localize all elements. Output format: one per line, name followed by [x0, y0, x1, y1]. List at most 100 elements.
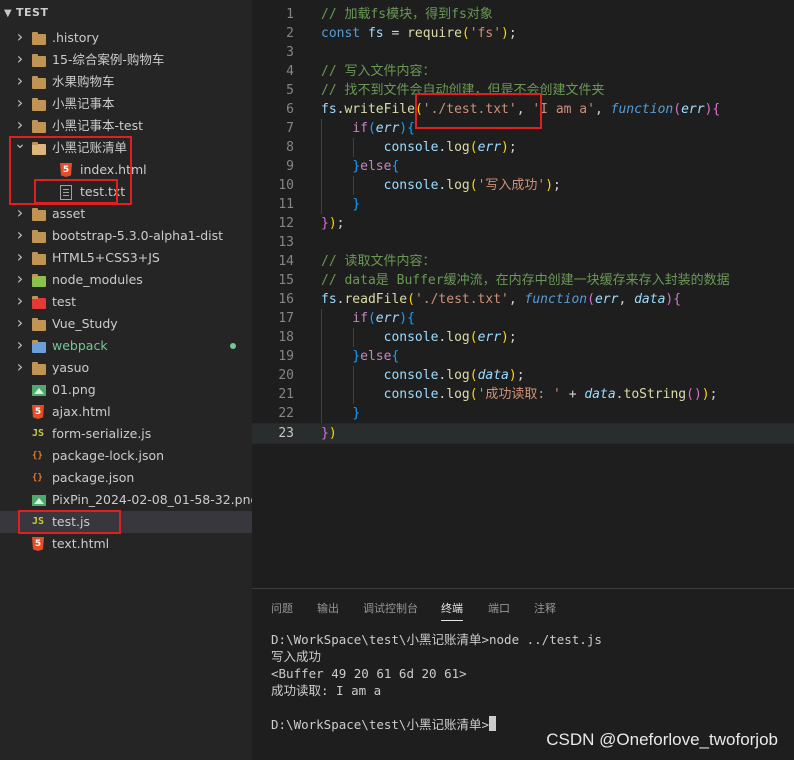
code-line[interactable]: 6 fs.writeFile('./test.txt', 'I am a', fu… [252, 100, 794, 119]
code-line[interactable]: 15 // data是 Buffer缓冲流，在内存中创建一块缓存来存入封装的数据 [252, 271, 794, 290]
code-line[interactable]: 4 // 写入文件内容： [252, 62, 794, 81]
code-line[interactable]: 13 [252, 233, 794, 252]
code-line[interactable]: 20 console.log(data); [252, 366, 794, 385]
tree-folder[interactable]: › webpack [0, 335, 252, 357]
code-line[interactable]: 8 console.log(err); [252, 138, 794, 157]
folder-icon [32, 208, 46, 221]
explorer-sidebar: ▼ TEST › .history › 15-综合案例-购物车 › 水果购物车 › 小黑记事本 ›… [0, 0, 252, 760]
code-token: else [360, 349, 392, 364]
code-token: '写入成功' [477, 178, 546, 193]
code-line[interactable]: 22 } [252, 404, 794, 423]
tree-file[interactable]: 01.png [0, 379, 252, 401]
code-token: '成功读取: ' [477, 387, 561, 402]
chevron-right-icon: › [16, 93, 24, 112]
tree-folder[interactable]: › bootstrap-5.3.0-alpha1-dist [0, 225, 252, 247]
terminal-line: 写入成功 [271, 648, 321, 665]
code-editor[interactable]: 1// 加载fs模块，得到fs对象 2 const fs = require('fs… [252, 0, 794, 588]
code-token: ) [545, 178, 554, 193]
tree-folder[interactable]: › .history [0, 27, 252, 49]
code-token: ( [469, 140, 478, 155]
code-line[interactable]: 23}) [252, 423, 794, 444]
code-token: ( [469, 368, 478, 383]
code-line[interactable]: 14 // 读取文件内容： [252, 252, 794, 271]
code-token: err [594, 292, 619, 307]
panel-tab[interactable]: 端口 [488, 600, 510, 620]
test-folder-icon [32, 296, 46, 309]
tree-file[interactable]: PixPin_2024-02-08_01-58-32.png [0, 489, 252, 511]
code-line[interactable]: 18 console.log(err); [252, 328, 794, 347]
tree-folder[interactable]: › HTML5+CSS3+JS [0, 247, 252, 269]
tree-file[interactable]: JS form-serialize.js [0, 423, 252, 445]
code-line[interactable]: 7 if(err){ [252, 119, 794, 138]
tree-file[interactable]: test.txt [0, 181, 252, 203]
code-line[interactable]: 1 // 加载fs模块，得到fs对象 [252, 5, 794, 24]
tree-item-label: test.txt [80, 184, 126, 199]
tree-file[interactable]: {} package-lock.json [0, 445, 252, 467]
code-token: ( [673, 102, 682, 117]
line-number: 22 [278, 406, 294, 421]
code-line[interactable]: 21 console.log('成功读取: ' + data.toString(… [252, 385, 794, 404]
line-number: 3 [286, 45, 294, 60]
line-code: fs.writeFile('./test.txt', 'I am a', fun… [321, 100, 720, 119]
line-code: }); [321, 214, 344, 233]
tree-folder[interactable]: › 小黑记事本 [0, 93, 252, 115]
code-token: console [383, 178, 439, 193]
tree-folder[interactable]: › node_modules [0, 269, 252, 291]
tree-item-label: test [52, 294, 77, 309]
terminal-line: D:\WorkSpace\test\小黑记账清单>node ../test.js [271, 631, 602, 648]
line-code: } [321, 404, 360, 423]
tree-folder[interactable]: › asset [0, 203, 252, 225]
modified-dot-icon [230, 343, 236, 349]
code-line[interactable]: 10 console.log('写入成功'); [252, 176, 794, 195]
code-line[interactable]: 19 }else{ [252, 347, 794, 366]
tree-folder[interactable]: › Vue_Study [0, 313, 252, 335]
folder-icon [32, 76, 46, 89]
line-number: 21 [278, 387, 294, 402]
tree-item-label: yasuo [52, 360, 90, 375]
code-line[interactable]: 5 // 找不到文件会自动创建，但是不会创建文件夹 [252, 81, 794, 100]
code-token: data [584, 387, 616, 402]
panel-tab[interactable]: 终端 [441, 600, 463, 621]
code-line[interactable]: 11 } [252, 195, 794, 214]
folder-open-icon [32, 142, 46, 155]
tree-file[interactable]: 5 index.html [0, 159, 252, 181]
tree-folder[interactable]: › test [0, 291, 252, 313]
panel-tab[interactable]: 注释 [534, 600, 556, 620]
tree-folder[interactable]: ⌄ 小黑记账清单 [0, 136, 252, 159]
folder-icon [32, 98, 46, 111]
tree-folder[interactable]: › 水果购物车 [0, 71, 252, 93]
panel-tab[interactable]: 调试控制台 [363, 600, 418, 620]
code-token: ; [553, 178, 561, 193]
tree-file[interactable]: {} package.json [0, 467, 252, 489]
code-line[interactable]: 16 fs.readFile('./test.txt', function(err… [252, 290, 794, 309]
tree-folder[interactable]: › 15-综合案例-购物车 [0, 49, 252, 71]
code-token: err [681, 102, 705, 117]
line-number: 13 [278, 235, 294, 250]
code-token: console [383, 387, 439, 402]
terminal-line: 成功读取: I am a [271, 682, 381, 699]
code-line[interactable]: 9 }else{ [252, 157, 794, 176]
tree-file[interactable]: 5 text.html [0, 533, 252, 555]
panel-tab[interactable]: 输出 [317, 600, 339, 620]
tree-file[interactable]: 5 ajax.html [0, 401, 252, 423]
code-token: ; [516, 368, 525, 383]
watermark: CSDN @Oneforlove_twoforjob [546, 730, 778, 749]
terminal-text: D:\WorkSpace\test\小黑记账清单> [271, 717, 489, 732]
chevron-down-icon: ▼ [4, 8, 13, 19]
tree-file[interactable]: JS test.js [0, 511, 252, 533]
explorer-root-header[interactable]: ▼ TEST [0, 0, 252, 26]
line-code: }else{ [321, 157, 399, 176]
tree-item-label: 小黑记账清单 [52, 140, 128, 155]
code-line[interactable]: 3 [252, 43, 794, 62]
code-line[interactable]: 2 const fs = require('fs'); [252, 24, 794, 43]
code-line[interactable]: 17 if(err){ [252, 309, 794, 328]
tree-folder[interactable]: › yasuo [0, 357, 252, 379]
panel-tab[interactable]: 问题 [271, 600, 293, 620]
tree-item-label: package.json [52, 470, 135, 485]
tree-folder[interactable]: › 小黑记事本-test [0, 115, 252, 137]
code-line[interactable]: 12}); [252, 214, 794, 233]
tree-item-label: webpack [52, 338, 108, 353]
code-token: ) [501, 140, 509, 155]
